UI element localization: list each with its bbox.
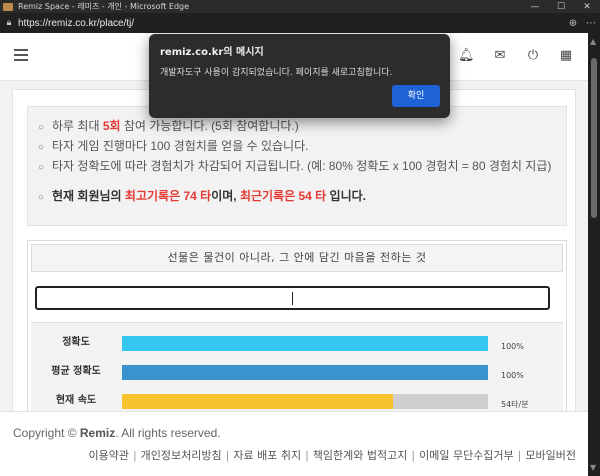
page-scrollbar[interactable]: ▲ ▼	[588, 33, 600, 476]
menu-icon[interactable]	[14, 49, 28, 61]
bullet-icon: ○	[38, 122, 45, 133]
bell-icon[interactable]: 🔔︎	[458, 48, 475, 64]
rule-text: 타자 게임 진행마다 100 경험치를 얻을 수 있습니다.	[52, 139, 309, 153]
typing-game-card: ○ 하루 최대 5회 참여 가능합니다. (5회 참여합니다.) ○ 타자 게임 진…	[12, 89, 576, 432]
user-record: ○ 현재 회원님의 최고기록은 74 타이며, 최근기록은 54 타 입니다.	[38, 187, 566, 207]
footer-link-distribution[interactable]: 자료 배포 취지	[233, 449, 301, 462]
zoom-icon[interactable]: ⊕	[564, 18, 582, 29]
footer-link-email-policy[interactable]: 이메일 무단수집거부	[419, 449, 514, 462]
minimize-button[interactable]: —	[522, 2, 548, 12]
stat-current-speed: 현재 속도 54타/분	[31, 393, 563, 413]
confirm-button[interactable]: 확인	[392, 85, 440, 107]
grid-icon[interactable]: ▦	[558, 48, 574, 64]
power-icon[interactable]: ⏻	[525, 48, 541, 64]
rule-text: 하루 최대	[52, 119, 103, 133]
target-sentence: 선물은 물건이 아니라, 그 안에 담긴 마음을 전하는 것	[31, 244, 563, 272]
copyright-text: Copyright ©	[13, 426, 80, 440]
typing-input[interactable]	[35, 286, 550, 310]
best-record: 최고기록은 74 타	[124, 189, 212, 203]
stat-bar-track	[122, 365, 488, 380]
stat-bar-track	[122, 394, 488, 409]
address-bar[interactable]: 🔒︎ https://remiz.co.kr/place/tj/ ⊕ ⋯	[0, 13, 600, 33]
footer-link-legal[interactable]: 책임한계와 법적고지	[313, 449, 408, 462]
footer-link-mobile[interactable]: 모바일버전	[525, 449, 576, 462]
bullet-icon: ○	[38, 142, 45, 153]
dialog-title: remiz.co.kr의 메시지	[160, 47, 264, 58]
alert-dialog: remiz.co.kr의 메시지 개발자도구 사용이 감지되었습니다. 페이지를…	[149, 34, 450, 118]
text-caret	[292, 292, 293, 305]
stat-label: 정확도	[62, 337, 90, 348]
app-icon	[3, 2, 13, 11]
typing-area: 선물은 물건이 아니라, 그 안에 담긴 마음을 전하는 것 정확도 100% …	[27, 240, 567, 432]
mail-icon[interactable]: ✉	[492, 48, 508, 64]
stat-value: 100%	[501, 371, 524, 380]
stat-label: 평균 정확도	[51, 366, 101, 377]
record-text: 입니다.	[326, 189, 366, 203]
scroll-down-icon[interactable]: ▼	[590, 463, 596, 472]
stat-value: 100%	[501, 342, 524, 351]
record-text: 이며,	[211, 189, 240, 203]
scrollbar-thumb[interactable]	[591, 58, 597, 218]
stat-accuracy: 정확도 100%	[31, 335, 563, 355]
rule-daily-limit: ○ 하루 최대 5회 참여 가능합니다. (5회 참여합니다.)	[38, 117, 566, 137]
footer-link-terms[interactable]: 이용약관	[88, 449, 128, 462]
bullet-icon: ○	[38, 192, 45, 203]
rule-accuracy: ○ 타자 정확도에 따라 경험치가 차감되어 지급됩니다. (예: 80% 정확도…	[38, 157, 566, 177]
separator: |	[411, 449, 416, 462]
separator: |	[132, 449, 137, 462]
main-content: ○ 하루 최대 5회 참여 가능합니다. (5회 참여합니다.) ○ 타자 게임 진…	[0, 81, 588, 432]
stat-bar-fill	[122, 336, 488, 351]
stat-bar-track	[122, 336, 488, 351]
copyright-brand: Remiz	[79, 426, 116, 440]
separator: |	[225, 449, 230, 462]
separator: |	[305, 449, 309, 462]
copyright-text: . All rights reserved.	[115, 426, 221, 440]
bullet-icon: ○	[38, 162, 45, 173]
lock-icon[interactable]: 🔒︎	[0, 18, 18, 28]
more-icon[interactable]: ⋯	[582, 18, 600, 29]
maximize-button[interactable]: ☐	[548, 2, 574, 12]
separator: |	[517, 449, 522, 462]
rule-text: 참여 가능합니다. (5회 참여합니다.)	[120, 119, 299, 133]
stat-value: 54타/분	[501, 400, 529, 409]
rules-box: ○ 하루 최대 5회 참여 가능합니다. (5회 참여합니다.) ○ 타자 게임 진…	[27, 106, 567, 226]
stat-label: 현재 속도	[55, 395, 97, 406]
site-footer: Copyright © Remiz. All rights reserved. …	[0, 411, 588, 476]
window-titlebar: Remiz Space - 레미즈 - 개인 - Microsoft Edge …	[0, 0, 600, 13]
rule-experience: ○ 타자 게임 진행마다 100 경험치를 얻을 수 있습니다.	[38, 137, 566, 157]
recent-record: 최근기록은 54 타	[239, 189, 327, 203]
window-title: Remiz Space - 레미즈 - 개인 - Microsoft Edge	[18, 2, 190, 11]
record-text: 현재 회원님의	[52, 189, 125, 203]
stat-bar-fill	[122, 394, 393, 409]
footer-links: 이용약관 | 개인정보처리방침 | 자료 배포 취지 | 책임한계와 법적고지 | 이메일 무단…	[88, 447, 576, 463]
daily-limit-count: 5회	[102, 119, 121, 133]
close-window-button[interactable]: ✕	[574, 2, 600, 12]
rule-text: 타자 정확도에 따라 경험치가 차감되어 지급됩니다. (예: 80% 정확도 …	[52, 159, 552, 173]
stat-bar-fill	[122, 365, 488, 380]
url-text[interactable]: https://remiz.co.kr/place/tj/	[18, 18, 564, 29]
dialog-message: 개발자도구 사용이 감지되었습니다. 페이지를 새로고침합니다.	[160, 68, 393, 78]
scroll-up-icon[interactable]: ▲	[590, 37, 596, 46]
footer-link-privacy[interactable]: 개인정보처리방침	[141, 449, 222, 462]
stat-average-accuracy: 평균 정확도 100%	[31, 364, 563, 384]
copyright: Copyright © Remiz. All rights reserved.	[13, 426, 221, 440]
